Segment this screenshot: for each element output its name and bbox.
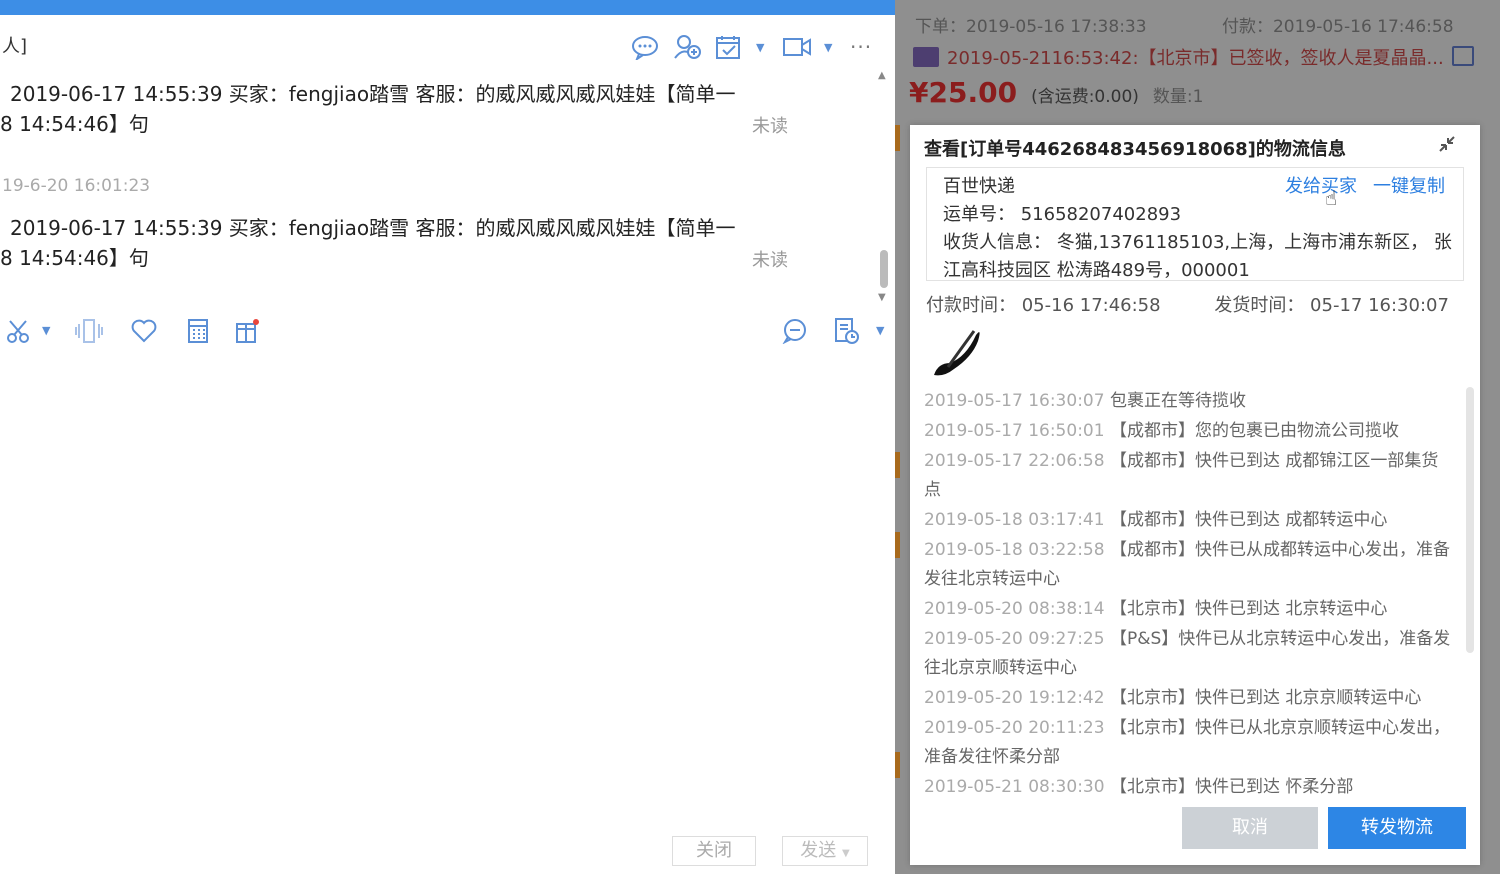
video-dropdown-icon[interactable]: ▼ [824, 41, 838, 54]
payment-shipping-times: 付款时间： 05-16 17:46:58 发货时间： 05-17 16:30:0… [926, 291, 1497, 317]
receiver-info-line2: 江高科技园区 松涛路489号，000001 [943, 260, 1250, 281]
hand-cursor-icon: ☝ [1325, 186, 1338, 210]
vibrate-icon[interactable] [74, 314, 104, 348]
order-time: 下单：2019-05-16 17:38:33 [915, 17, 1147, 37]
scissors-icon[interactable] [4, 314, 34, 348]
price-row: ¥25.00 (含运费:0.00) 数量:1 [909, 76, 1203, 109]
heart-icon[interactable] [129, 314, 159, 348]
scroll-thumb[interactable] [880, 250, 888, 288]
orange-marker [895, 532, 900, 558]
add-contact-icon[interactable] [672, 32, 702, 62]
log-entry: 2019-05-20 19:12:42 【北京市】快件已到达 北京京顺转运中心 [924, 688, 1422, 708]
video-icon[interactable] [782, 32, 812, 62]
send-dropdown-icon[interactable]: ▼ [842, 848, 850, 859]
ship-time: 发货时间： 05-17 16:30:07 [1214, 295, 1449, 316]
log-entry: 2019-05-17 16:30:07 包裹正在等待揽收 [924, 391, 1246, 411]
shipping-status-row: 2019-05-2116:53:42:【北京市】已签收，签收人是夏晶晶... [913, 44, 1493, 70]
schedule-dropdown-icon[interactable]: ▼ [756, 41, 770, 54]
log-entry: 2019-05-21 08:30:30 【北京市】快件已到达 怀柔分部 [924, 777, 1354, 797]
log-entry: 2019-05-20 20:11:23 【北京市】快件已从北京京顺转运中心发出，… [924, 718, 1450, 767]
chat-scrollbar[interactable]: ▲ ▼ [878, 70, 892, 305]
logistics-modal: 查看[订单号446268483456918068]的物流信息 百世快递 发给买家… [910, 125, 1480, 865]
paid-time: 付款时间： 05-16 17:46:58 [926, 295, 1161, 316]
emoji-chat-icon[interactable] [780, 314, 810, 348]
log-entry: 2019-05-17 22:06:58 【成都市】快件已到达 成都锦江区一部集货… [924, 451, 1439, 500]
send-button[interactable]: 发送 ▼ [782, 836, 868, 866]
gift-box-icon[interactable] [232, 314, 262, 348]
order-quantity: 数量:1 [1152, 87, 1204, 107]
top-accent-bar [0, 0, 895, 15]
app-window: 人] ▼ ▼ ··· 2019-06-17 14:55:39 买家：fengji… [0, 0, 1500, 874]
copy-all-link[interactable]: 一键复制 [1373, 172, 1445, 198]
truck-icon [913, 47, 939, 67]
shipping-status[interactable]: 2019-05-2116:53:42:【北京市】已签收，签收人是夏晶晶... [947, 44, 1444, 70]
message-2-timestamp: 19-6-20 16:01:23 [2, 176, 151, 196]
modal-title: 查看[订单号446268483456918068]的物流信息 [924, 139, 1346, 160]
log-entry: 2019-05-18 03:22:58 【成都市】快件已从成都转运中心发出，准备… [924, 540, 1450, 589]
scissors-dropdown-icon[interactable]: ▼ [42, 324, 56, 337]
logistics-events: 2019-05-17 16:30:07 包裹正在等待揽收 2019-05-17 … [924, 387, 1454, 797]
pay-time: 付款：2019-05-16 17:46:58 [1221, 17, 1454, 37]
message-2-unread-status: 未读 [752, 250, 788, 271]
log-entry: 2019-05-18 03:17:41 【成都市】快件已到达 成都转运中心 [924, 510, 1388, 530]
forward-logistics-button[interactable]: 转发物流 [1328, 807, 1466, 849]
schedule-icon[interactable] [714, 32, 744, 62]
logistics-detail-icon[interactable] [1452, 46, 1474, 66]
scroll-up-arrow-icon[interactable]: ▲ [878, 70, 886, 81]
send-button-label: 发送 [800, 840, 837, 861]
shipment-info-box: 百世快递 发给买家 一键复制 ☝ 运单号： 51658207402893 收货人… [926, 167, 1464, 281]
input-toolbar: ▼ ▼ [4, 314, 889, 348]
orange-marker [895, 452, 900, 478]
orange-marker [895, 125, 900, 151]
chat-bubble-icon[interactable] [630, 32, 660, 62]
product-thumbnail [928, 323, 988, 383]
order-times-row: 下单：2019-05-16 17:38:33 付款：2019-05-16 17:… [915, 12, 1500, 37]
close-button[interactable]: 关闭 [672, 836, 756, 866]
shipping-fee: (含运费:0.00) [1031, 87, 1139, 107]
message-2-line1: 2019-06-17 14:55:39 买家：fengjiao踏雪 客服：的威风… [10, 216, 736, 240]
tracking-number: 运单号： 51658207402893 [943, 204, 1182, 225]
chat-panel: 人] ▼ ▼ ··· 2019-06-17 14:55:39 买家：fengji… [0, 0, 895, 874]
message-1-line2: 8 14:54:46】句 [0, 112, 149, 136]
orange-marker [895, 752, 900, 778]
document-icon[interactable] [832, 314, 862, 348]
message-2-line2: 8 14:54:46】句 [0, 246, 149, 270]
cancel-button[interactable]: 取消 [1182, 807, 1318, 849]
order-price: ¥25.00 [909, 76, 1018, 109]
log-entry: 2019-05-20 09:27:25 【P&S】快件已从北京转运中心发出，准备… [924, 629, 1451, 678]
document-dropdown-icon[interactable]: ▼ [876, 324, 890, 337]
receiver-info-line1: 收货人信息： 冬猫,13761185103,上海，上海市浦东新区， 张 [943, 232, 1452, 253]
chat-header-actions: ▼ ▼ ··· [630, 32, 872, 62]
message-1-unread-status: 未读 [752, 116, 788, 137]
modal-scrollbar[interactable] [1466, 387, 1474, 653]
collapse-icon[interactable] [1436, 133, 1458, 160]
message-1-line1: 2019-06-17 14:55:39 买家：fengjiao踏雪 客服：的威风… [10, 82, 736, 106]
carrier-name: 百世快递 [943, 176, 1015, 197]
log-entry: 2019-05-20 08:38:14 【北京市】快件已到达 北京转运中心 [924, 599, 1388, 619]
log-entry: 2019-05-17 16:50:01 【成都市】您的包裹已由物流公司揽收 [924, 421, 1399, 441]
calculator-icon[interactable] [183, 314, 213, 348]
chat-header-title: 人] [2, 36, 28, 57]
more-icon[interactable]: ··· [850, 35, 872, 59]
scroll-down-arrow-icon[interactable]: ▼ [878, 292, 886, 303]
send-to-buyer-link[interactable]: 发给买家 [1285, 172, 1357, 198]
